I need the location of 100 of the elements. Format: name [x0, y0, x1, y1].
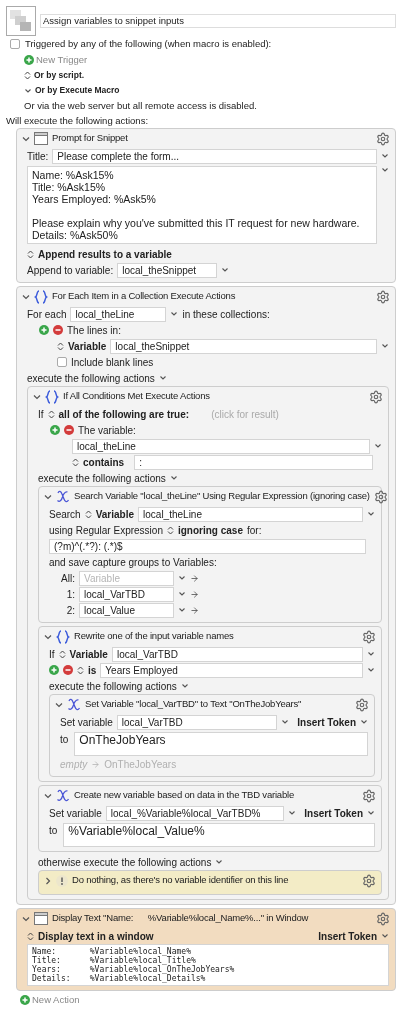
- chevron-down-icon[interactable]: [44, 632, 52, 641]
- chevron-down-icon[interactable]: [170, 310, 179, 318]
- add-icon[interactable]: [24, 55, 34, 65]
- updown-arrows-icon[interactable]: [27, 249, 34, 259]
- text-field[interactable]: local_theLine: [138, 506, 363, 522]
- chevron-down-icon[interactable]: [22, 134, 30, 143]
- action-title[interactable]: Prompt for Snippet: [52, 131, 128, 146]
- chevron-down-icon[interactable]: [22, 914, 30, 923]
- chevron-down-icon[interactable]: [44, 791, 52, 800]
- remove-icon[interactable]: [64, 425, 74, 435]
- popup-menu[interactable]: all of the following are true:: [58, 406, 190, 422]
- new-trigger-button[interactable]: New Trigger: [36, 52, 88, 68]
- action-title[interactable]: If All Conditions Met Execute Actions: [63, 389, 210, 404]
- add-icon[interactable]: [39, 325, 49, 335]
- insert-token-menu[interactable]: Insert Token: [297, 714, 356, 730]
- action-title[interactable]: For Each Item in a Collection Execute Actions: [52, 289, 236, 304]
- text-area[interactable]: %Variable%local_Value%: [63, 823, 375, 847]
- chevron-down-icon[interactable]: [215, 858, 224, 866]
- text-field[interactable]: local_%Variable%local_VarTBD%: [105, 805, 285, 821]
- popup-menu[interactable]: Variable: [95, 506, 135, 522]
- chevron-down-icon[interactable]: [281, 718, 290, 726]
- popup-menu[interactable]: contains: [83, 454, 125, 470]
- action-title[interactable]: Create new variable based on data in the TBD variable: [74, 788, 294, 803]
- updown-arrows-icon[interactable]: [77, 665, 84, 675]
- popup-menu[interactable]: Variable: [69, 646, 108, 662]
- settings-icon[interactable]: [369, 389, 383, 404]
- add-icon[interactable]: [49, 665, 59, 675]
- trigger-option[interactable]: Or by script.: [34, 69, 85, 82]
- checkbox[interactable]: [10, 39, 20, 49]
- chevron-down-icon[interactable]: [288, 809, 297, 817]
- trigger-option[interactable]: Or by Execute Macro: [35, 84, 120, 97]
- chevron-down-icon[interactable]: [158, 374, 167, 382]
- settings-icon[interactable]: [355, 697, 369, 712]
- text-field[interactable]: local_theSnippet: [110, 338, 377, 354]
- chevron-down-icon[interactable]: [360, 718, 368, 726]
- text-field[interactable]: :: [134, 454, 373, 470]
- chevron-down-icon[interactable]: [22, 292, 30, 301]
- chevron-right-icon[interactable]: [44, 876, 52, 885]
- arrow-right-icon[interactable]: [190, 573, 199, 583]
- chevron-down-icon[interactable]: [374, 442, 382, 450]
- arrow-right-icon[interactable]: [190, 605, 199, 615]
- popup-menu[interactable]: ignoring case: [177, 522, 243, 538]
- settings-icon[interactable]: [362, 873, 376, 888]
- updown-arrows-icon[interactable]: [72, 457, 79, 467]
- chevron-down-icon[interactable]: [55, 700, 63, 709]
- action-title[interactable]: Set Variable "local_VarTBD" to Text "OnTheJobYears": [85, 697, 302, 712]
- text-field[interactable]: Please complete the form...: [52, 148, 377, 164]
- chevron-down-icon[interactable]: [33, 392, 41, 401]
- updown-arrows-icon[interactable]: [27, 931, 34, 941]
- remove-icon[interactable]: [63, 665, 73, 675]
- text-field[interactable]: local_theLine: [72, 438, 370, 454]
- updown-arrows-icon[interactable]: [58, 649, 66, 659]
- text-area[interactable]: OnTheJobYears: [74, 732, 368, 756]
- add-icon[interactable]: [50, 425, 60, 435]
- popup-menu[interactable]: is: [88, 662, 97, 678]
- updown-arrows-icon[interactable]: [57, 341, 64, 351]
- text-area[interactable]: Name: %Ask15% Title: %Ask15% Years Employed: %Ask5% Please explain why you've submitted this IT request for new hardware. Details: %Ask50%: [27, 166, 377, 244]
- popup-menu[interactable]: Display text in a window: [38, 928, 154, 944]
- remove-icon[interactable]: [53, 325, 63, 335]
- text-field[interactable]: local_theSnippet: [117, 262, 218, 278]
- action-title[interactable]: Rewrite one of the input variable names: [74, 629, 234, 644]
- settings-icon[interactable]: [376, 289, 390, 304]
- text-field[interactable]: local_Value: [79, 602, 174, 618]
- settings-icon[interactable]: [362, 788, 376, 803]
- text-area[interactable]: Name: %Variable%local_Name% Title: %Variable%local_Title% Years: %Variable%local_OnTheJobYears% Details: %Variable%local_Details%: [27, 944, 389, 986]
- checkbox[interactable]: [57, 357, 67, 367]
- chevron-down-icon[interactable]: [221, 266, 230, 274]
- arrow-right-icon[interactable]: [190, 589, 199, 599]
- chevron-down-icon[interactable]: [381, 932, 389, 940]
- text-field[interactable]: local_VarTBD: [111, 646, 363, 662]
- updown-arrows-icon[interactable]: [166, 525, 174, 535]
- insert-token-menu[interactable]: Insert Token: [304, 805, 363, 821]
- text-field[interactable]: local_VarTBD: [79, 586, 174, 602]
- popup-menu[interactable]: Variable: [68, 338, 107, 354]
- chevron-down-icon[interactable]: [367, 510, 375, 518]
- popup-menu[interactable]: Append results to a variable: [38, 246, 172, 262]
- insert-token-menu[interactable]: Insert Token: [318, 928, 377, 944]
- text-field[interactable]: local_VarTBD: [116, 714, 278, 730]
- action-title[interactable]: Do nothing, as there's no variable identifier on this line: [72, 873, 289, 888]
- action-title[interactable]: Search Variable "local_theLine" Using Regular Expression (ignoring case): [74, 489, 370, 504]
- chevron-down-icon[interactable]: [169, 474, 178, 482]
- settings-icon[interactable]: [373, 489, 388, 504]
- settings-icon[interactable]: [376, 911, 390, 926]
- chevron-down-icon[interactable]: [381, 342, 389, 350]
- settings-icon[interactable]: [376, 131, 390, 146]
- updown-arrows-icon[interactable]: [84, 509, 92, 519]
- action-title[interactable]: Display Text "Name: %Variable%local_Name%..." in Window: [52, 911, 309, 926]
- text-field[interactable]: local_theLine: [70, 306, 167, 322]
- add-icon[interactable]: [20, 995, 30, 1005]
- macro-name-field[interactable]: Assign variables to snippet inputs: [40, 14, 396, 28]
- updown-arrows-icon[interactable]: [47, 409, 55, 419]
- text-field[interactable]: (?m)^(.*?): (.*)$: [49, 538, 366, 554]
- new-action-button[interactable]: New Action: [32, 992, 80, 1008]
- chevron-down-icon[interactable]: [367, 809, 375, 817]
- chevron-down-icon[interactable]: [44, 492, 52, 501]
- settings-icon[interactable]: [362, 629, 376, 644]
- text-field[interactable]: Years Employed: [100, 662, 363, 678]
- chevron-down-icon[interactable]: [180, 682, 189, 690]
- updown-arrows-icon[interactable]: [24, 71, 31, 80]
- chevron-down-icon[interactable]: [24, 86, 32, 95]
